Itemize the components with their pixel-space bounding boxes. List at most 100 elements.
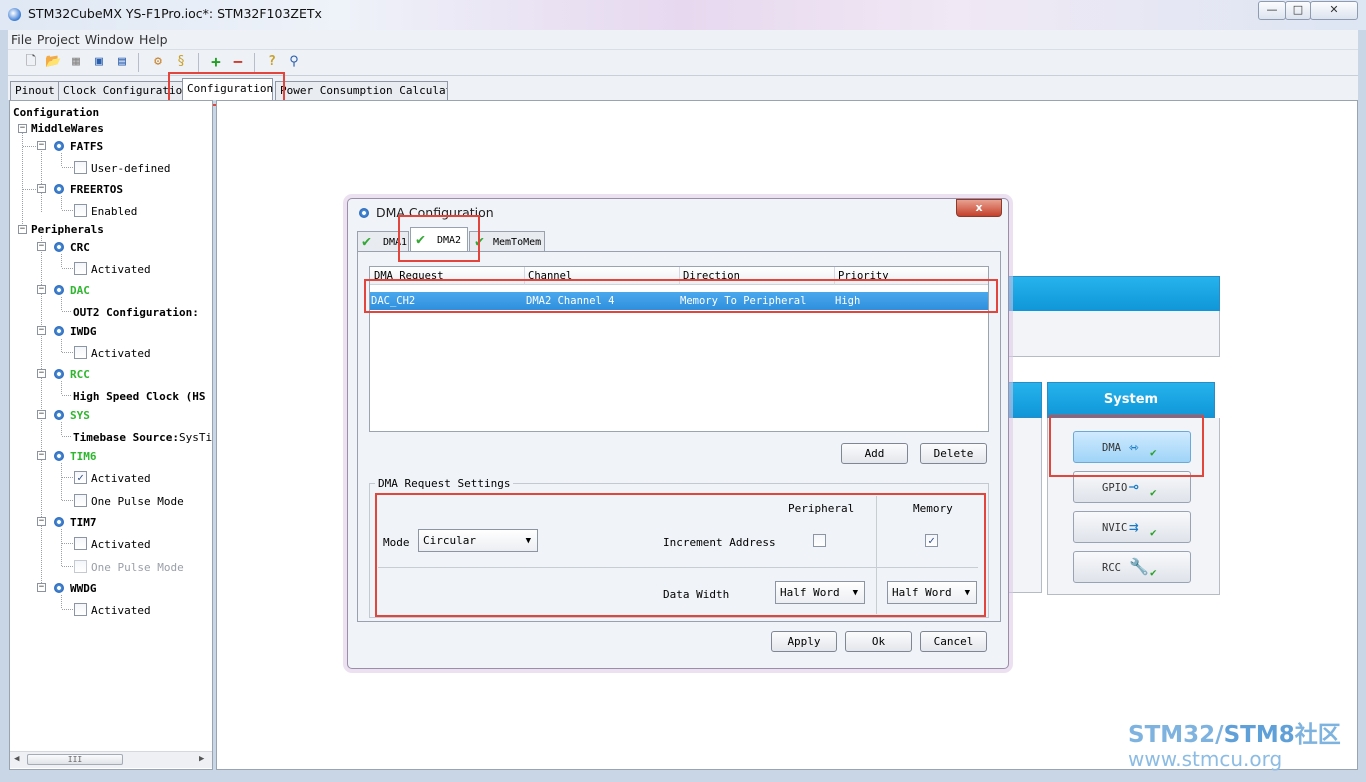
apply-button[interactable]: Apply [771,631,837,652]
scroll-right-arrow-icon[interactable]: ▶ [199,754,204,764]
add-button[interactable]: Add [841,443,908,464]
gear-icon [54,451,64,461]
watermark-stm32: STM32/ [1128,722,1224,748]
dialog-close-button[interactable]: x [956,199,1002,217]
iwdg-activated-checkbox[interactable] [74,346,87,359]
wwdg-activated-checkbox[interactable] [74,603,87,616]
zoom-in-icon[interactable]: + [208,54,224,70]
open-project-icon[interactable]: 📂 [45,54,61,70]
about-icon[interactable]: ⚲ [286,54,302,70]
dac-out2-configuration: OUT2 Configuration: [73,306,199,319]
gear-icon [54,517,64,527]
collapse-crc-icon[interactable]: − [37,242,46,251]
tree-freertos[interactable]: FREERTOS [70,183,123,196]
delete-button[interactable]: Delete [920,443,987,464]
tree-middlewares: MiddleWares [31,122,104,135]
tree-tim6[interactable]: TIM6 [70,450,97,463]
save-icon[interactable]: ▣ [91,54,107,70]
generate-report-icon[interactable]: § [173,54,189,70]
system-nvic-button[interactable]: NVIC ⇉ ✔ [1073,511,1191,543]
gear-icon [54,242,64,252]
tim7-one-pulse-checkbox [74,560,87,573]
minimize-button[interactable]: — [1258,1,1286,20]
collapse-rcc-icon[interactable]: − [37,369,46,378]
sys-timebase-source-value: SysTi [178,431,213,444]
save-as-icon[interactable]: ▤ [114,54,130,70]
tree-tim7[interactable]: TIM7 [70,516,97,529]
fatfs-user-defined-label: User-defined [91,162,171,175]
tim6-one-pulse-checkbox[interactable] [74,494,87,507]
category-panel-left [1007,418,1042,593]
collapse-tim6-icon[interactable]: − [37,451,46,460]
collapse-fatfs-icon[interactable]: − [37,141,46,150]
menu-project[interactable]: Project [37,30,80,49]
crc-activated-checkbox[interactable] [74,262,87,275]
tab-pinout[interactable]: Pinout [10,81,60,100]
tab-clock-configuration[interactable]: Clock Configuration [58,81,183,100]
menu-file[interactable]: File [11,30,32,49]
tree-iwdg[interactable]: IWDG [70,325,97,338]
collapse-freertos-icon[interactable]: − [37,184,46,193]
generate-code-icon[interactable]: ⚙ [150,54,166,70]
new-project-icon[interactable]: 🗋 [23,54,39,70]
wwdg-activated-label: Activated [91,604,151,617]
check-icon: ✔ [1150,486,1157,499]
scroll-left-arrow-icon[interactable]: ◀ [14,754,19,764]
tree-crc[interactable]: CRC [70,241,90,254]
tree-sys[interactable]: SYS [70,409,90,422]
gear-icon [54,285,64,295]
highlight-dma-button [1049,415,1204,477]
tree-root: Configuration [13,106,100,119]
system-rcc-button[interactable]: RCC 🔧 ✔ [1073,551,1191,583]
app-icon [8,8,21,21]
gear-icon [54,369,64,379]
iwdg-activated-label: Activated [91,347,151,360]
rcc-high-speed-clock: High Speed Clock (HS [73,390,206,403]
system-gpio-label: GPIO [1102,482,1128,494]
collapse-middlewares-icon[interactable]: − [18,124,27,133]
load-icon[interactable]: ▦ [68,54,84,70]
menu-help[interactable]: Help [139,30,168,49]
watermark-community: 社区 [1294,722,1341,748]
nvic-icon: ⇉ [1129,517,1139,536]
sys-timebase-source-label: Timebase Source: [73,431,179,444]
maximize-button[interactable]: □ [1285,1,1311,20]
fatfs-user-defined-checkbox[interactable] [74,161,87,174]
highlight-request-settings [375,493,986,617]
help-icon[interactable]: ? [264,54,280,70]
tim7-activated-checkbox[interactable] [74,537,87,550]
collapse-sys-icon[interactable]: − [37,410,46,419]
tim6-activated-checkbox[interactable]: ✓ [74,471,87,484]
scroll-thumb[interactable]: III [27,754,123,765]
system-nvic-label: NVIC [1102,522,1128,534]
collapse-peripherals-icon[interactable]: − [18,225,27,234]
tab-power-consumption[interactable]: Power Consumption Calculator [275,81,448,100]
tim6-one-pulse-label: One Pulse Mode [91,495,184,508]
collapse-wwdg-icon[interactable]: − [37,583,46,592]
tab-memtomem[interactable]: ✔ MemToMem [469,231,545,252]
highlight-dma2-tab [398,215,480,262]
category-header-left [1007,382,1042,418]
menu-window[interactable]: Window [85,30,134,49]
collapse-iwdg-icon[interactable]: − [37,326,46,335]
ok-button[interactable]: Ok [845,631,912,652]
toolbar-separator [198,53,199,72]
system-header: System [1047,382,1215,418]
cancel-button[interactable]: Cancel [920,631,987,652]
close-button[interactable]: ✕ [1310,1,1358,20]
collapse-dac-icon[interactable]: − [37,285,46,294]
category-header-banner [1007,276,1220,312]
tree-rcc[interactable]: RCC [70,368,90,381]
collapse-tim7-icon[interactable]: − [37,517,46,526]
gear-icon [54,583,64,593]
tree-wwdg[interactable]: WWDG [70,582,97,595]
highlight-request-row [364,279,998,313]
tree-dac[interactable]: DAC [70,284,90,297]
freertos-enabled-label: Enabled [91,205,138,218]
tim7-activated-label: Activated [91,538,151,551]
freertos-enabled-checkbox[interactable] [74,204,87,217]
watermark-url: www.stmcu.org [1128,747,1283,771]
tree-horizontal-scrollbar[interactable]: ◀ III ▶ [10,751,212,768]
tree-fatfs[interactable]: FATFS [70,140,103,153]
zoom-out-icon[interactable]: − [230,54,246,70]
